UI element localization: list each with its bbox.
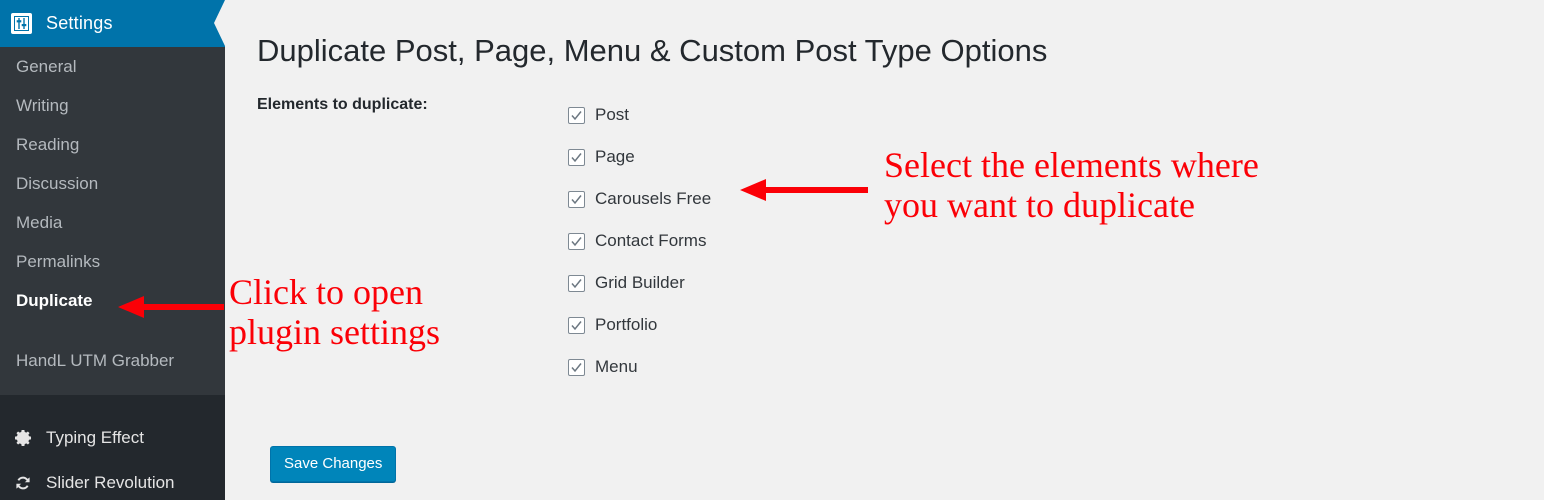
checkbox-checked-icon[interactable] [568,232,585,250]
checkbox-label: Grid Builder [595,273,685,292]
checkbox-label: Post [595,105,630,124]
sidebar-item-reading[interactable]: Reading [0,125,225,164]
checkbox-label: Carousels Free [595,189,712,208]
checkbox-row-carousels-free[interactable]: Carousels Free [568,178,711,220]
admin-main-menu: Typing Effect Slider Revolution [0,415,225,500]
sidebar-settings-header[interactable]: Settings [0,0,225,47]
sidebar-item-general[interactable]: General [0,47,225,86]
sidebar-item-label: Permalinks [16,251,101,271]
sidebar-item-label: Media [16,212,63,232]
checkbox-label: Contact Forms [595,231,707,250]
annotation-arrow-left-icon [118,294,224,320]
gear-icon [12,427,34,449]
checkbox-row-portfolio[interactable]: Portfolio [568,304,711,346]
sidebar-item-label: Writing [16,95,69,115]
sidebar-item-label: Duplicate [16,290,93,310]
checkbox-label: Menu [595,357,638,376]
checkbox-checked-icon[interactable] [568,148,585,166]
annotation-click-to-open: Click to open plugin settings [229,272,441,353]
checkbox-row-menu[interactable]: Menu [568,346,711,388]
checkbox-checked-icon[interactable] [568,190,585,208]
annotation-select-elements: Select the elements where you want to du… [884,145,1259,226]
sidebar-item-handl-utm-grabber[interactable]: HandL UTM Grabber [0,341,225,380]
sidebar-item-discussion[interactable]: Discussion [0,164,225,203]
main-content: Duplicate Post, Page, Menu & Custom Post… [225,0,1544,500]
annotation-arrow-right-icon [740,177,868,203]
checkbox-label: Portfolio [595,315,658,334]
elements-to-duplicate-label: Elements to duplicate: [257,96,428,113]
sliders-icon [11,13,32,34]
sidebar-item-label: General [16,56,77,76]
checkbox-row-contact-forms[interactable]: Contact Forms [568,220,711,262]
checkbox-label: Page [595,147,635,166]
sidebar-item-writing[interactable]: Writing [0,86,225,125]
admin-sidebar: Settings General Writing Reading Discuss… [0,0,225,500]
wordpress-admin-screen: Settings General Writing Reading Discuss… [0,0,1544,500]
sidebar-item-label: Slider Revolution [46,472,175,492]
refresh-icon [12,472,34,494]
checkbox-row-grid-builder[interactable]: Grid Builder [568,262,711,304]
page-title: Duplicate Post, Page, Menu & Custom Post… [257,32,1048,68]
save-changes-button[interactable]: Save Changes [270,446,397,482]
sidebar-item-label: Discussion [16,173,99,193]
checkbox-checked-icon[interactable] [568,106,585,124]
sidebar-item-label: Typing Effect [46,427,144,447]
header-notch-arrow [214,0,225,46]
sidebar-settings-label: Settings [46,13,113,33]
settings-submenu: General Writing Reading Discussion Media… [0,47,225,380]
sidebar-item-slider-revolution[interactable]: Slider Revolution [0,460,225,500]
checkbox-checked-icon[interactable] [568,316,585,334]
sidebar-item-label: HandL UTM Grabber [16,350,175,370]
sidebar-item-permalinks[interactable]: Permalinks [0,242,225,281]
sidebar-item-typing-effect[interactable]: Typing Effect [0,415,225,460]
sidebar-item-media[interactable]: Media [0,203,225,242]
checkbox-checked-icon[interactable] [568,358,585,376]
checkbox-row-post[interactable]: Post [568,94,711,136]
sidebar-item-label: Reading [16,134,80,154]
checkbox-checked-icon[interactable] [568,274,585,292]
checkbox-row-page[interactable]: Page [568,136,711,178]
elements-checkbox-list: Post Page Carousels Free Contact Forms G… [568,94,711,388]
